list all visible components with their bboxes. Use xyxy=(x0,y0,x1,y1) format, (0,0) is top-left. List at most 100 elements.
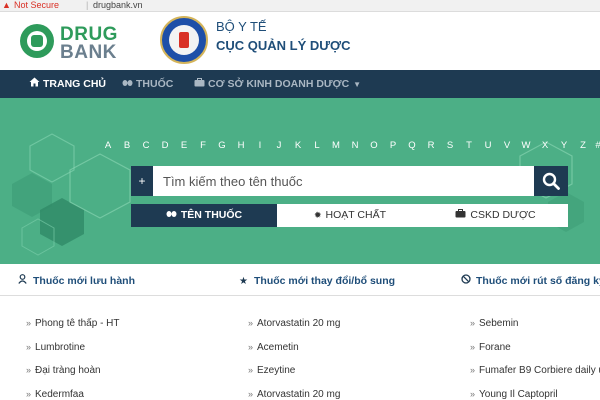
agency-name: CỤC QUẢN LÝ DƯỢC xyxy=(216,38,351,53)
alphabet-letter[interactable]: I xyxy=(254,139,266,153)
alphabet-letter[interactable]: T xyxy=(463,139,475,153)
alphabet-letter[interactable]: # xyxy=(592,139,600,153)
alphabet-letter[interactable]: V xyxy=(501,139,513,153)
alphabet-letter[interactable]: L xyxy=(311,139,323,153)
column-heading-withdrawn-drugs[interactable]: Thuốc mới rút số đăng ký xyxy=(461,274,600,289)
double-chevron-right-icon: » xyxy=(26,389,32,399)
list-item[interactable]: » Kedermfaa xyxy=(26,387,84,400)
ban-icon xyxy=(461,274,473,289)
alphabet-letter[interactable]: W xyxy=(520,139,532,153)
list-item[interactable]: » Acemetin xyxy=(248,340,299,355)
tab-pharma-business[interactable]: CSKD DƯỢC xyxy=(423,204,568,227)
advanced-search-button[interactable]: + xyxy=(131,166,153,196)
alphabet-letter[interactable]: N xyxy=(349,139,361,153)
separator: | xyxy=(86,0,89,10)
alphabet-letter[interactable]: Q xyxy=(406,139,418,153)
alphabet-letter[interactable]: Y xyxy=(558,139,570,153)
double-chevron-right-icon: » xyxy=(26,318,32,328)
alphabet-letter[interactable]: P xyxy=(387,139,399,153)
list-item[interactable]: » Young Il Captopril xyxy=(470,387,600,400)
alphabet-letter[interactable]: K xyxy=(292,139,304,153)
tab-active-ingredient[interactable]: ✹ HOẠT CHẤT xyxy=(277,204,423,227)
main-nav: TRANG CHỦ THUỐC CƠ SỞ KINH DOANH DƯỢC ▼ xyxy=(0,70,600,98)
star-icon: ★ xyxy=(239,276,248,287)
alphabet-letter[interactable]: X xyxy=(539,139,551,153)
warning-icon: ▲ xyxy=(2,0,11,10)
alphabet-letter[interactable]: D xyxy=(159,139,171,153)
double-chevron-right-icon: » xyxy=(470,389,476,399)
list-item[interactable]: » Sebemin xyxy=(470,316,600,331)
pills-icon xyxy=(121,71,133,99)
search-bar: + xyxy=(131,166,568,196)
pills-icon xyxy=(166,204,177,227)
briefcase-icon xyxy=(193,71,205,99)
alphabet-letter[interactable]: M xyxy=(330,139,342,153)
alphabet-letter[interactable]: Z xyxy=(577,139,589,153)
alphabet-letter[interactable]: B xyxy=(121,139,133,153)
alphabet-letter[interactable]: R xyxy=(425,139,437,153)
brand-name-bottom[interactable]: BANK xyxy=(60,43,117,62)
hero-search-section: A B C D E F G H I J K L M N O P Q R S T … xyxy=(0,98,600,264)
nav-label: THUỐC xyxy=(136,78,174,90)
double-chevron-right-icon: » xyxy=(248,318,254,328)
alphabet-letter[interactable]: A xyxy=(102,139,114,153)
alphabet-letter[interactable]: J xyxy=(273,139,285,153)
column-title: Thuốc mới thay đổi/bổ sung xyxy=(254,275,396,287)
nav-label: TRANG CHỦ xyxy=(43,78,106,90)
double-chevron-right-icon: » xyxy=(248,342,254,352)
list-item[interactable]: » Forane xyxy=(470,340,600,355)
briefcase-icon xyxy=(455,204,466,227)
double-chevron-right-icon: » xyxy=(470,318,476,328)
list-item[interactable]: » Đại tràng hoàn xyxy=(26,363,101,378)
list-item[interactable]: » Lumbrotine xyxy=(26,340,85,355)
list-item[interactable]: »Fumafer B9 Corbiere daily use xyxy=(470,363,600,378)
chevron-down-icon: ▼ xyxy=(353,80,362,89)
security-label: Not Secure xyxy=(14,0,60,10)
double-chevron-right-icon: » xyxy=(248,389,254,399)
alphabet-letter[interactable]: G xyxy=(216,139,228,153)
url-host[interactable]: drugbank.vn xyxy=(93,0,143,11)
tab-label: CSKD DƯỢC xyxy=(470,209,536,221)
alphabet-letter[interactable]: S xyxy=(444,139,456,153)
search-type-tabs: TÊN THUỐC ✹ HOẠT CHẤT CSKD DƯỢC xyxy=(131,204,568,227)
drug-lists: Thuốc mới lưu hành ★ Thuốc mới thay đổi/b… xyxy=(0,264,600,400)
list-item[interactable]: » Atorvastatin 20 mg xyxy=(248,316,340,331)
column-heading-new-drugs[interactable]: Thuốc mới lưu hành xyxy=(18,274,135,289)
search-input[interactable] xyxy=(153,166,534,196)
nav-item-businesses[interactable]: CƠ SỞ KINH DOANH DƯỢC ▼ xyxy=(193,70,361,98)
column-title: Thuốc mới lưu hành xyxy=(33,275,135,287)
column-title: Thuốc mới rút số đăng ký xyxy=(476,275,600,287)
double-chevron-right-icon: » xyxy=(248,365,254,375)
list-item[interactable]: » Ezeytine xyxy=(248,363,295,378)
site-header: DRUG BANK BỘ Y TẾ CỤC QUẢN LÝ DƯỢC xyxy=(0,12,600,70)
alphabet-letter[interactable]: E xyxy=(178,139,190,153)
alphabet-filter: A B C D E F G H I J K L M N O P Q R S T … xyxy=(102,139,600,153)
ministry-seal-icon xyxy=(160,16,208,64)
user-icon xyxy=(18,274,30,289)
divider xyxy=(0,295,600,296)
tab-drug-name[interactable]: TÊN THUỐC xyxy=(131,204,277,227)
nav-item-home[interactable]: TRANG CHỦ xyxy=(28,70,106,98)
list-item[interactable]: » Atorvastatin 20 mg xyxy=(248,387,340,400)
alphabet-letter[interactable]: H xyxy=(235,139,247,153)
nav-item-drugs[interactable]: THUỐC xyxy=(121,70,173,98)
alphabet-letter[interactable]: C xyxy=(140,139,152,153)
column-heading-updated-drugs[interactable]: ★ Thuốc mới thay đổi/bổ sung xyxy=(239,274,395,289)
double-chevron-right-icon: » xyxy=(470,365,476,375)
list-item[interactable]: » Phong tê thấp - HT xyxy=(26,316,120,331)
nav-label: CƠ SỞ KINH DOANH DƯỢC xyxy=(208,78,350,90)
browser-address-bar[interactable]: ▲ Not Secure | drugbank.vn xyxy=(0,0,600,12)
tab-label: TÊN THUỐC xyxy=(180,209,243,221)
ministry-name: BỘ Y TẾ xyxy=(216,19,267,34)
search-button[interactable] xyxy=(534,166,568,196)
double-chevron-right-icon: » xyxy=(470,342,476,352)
home-icon xyxy=(28,71,40,99)
double-chevron-right-icon: » xyxy=(26,342,32,352)
drugbank-logo-icon[interactable] xyxy=(20,24,54,58)
alphabet-letter[interactable]: F xyxy=(197,139,209,153)
alphabet-letter[interactable]: U xyxy=(482,139,494,153)
double-chevron-right-icon: » xyxy=(26,365,32,375)
alphabet-letter[interactable]: O xyxy=(368,139,380,153)
tab-label: HOẠT CHẤT xyxy=(325,209,387,221)
gear-icon: ✹ xyxy=(313,210,322,220)
